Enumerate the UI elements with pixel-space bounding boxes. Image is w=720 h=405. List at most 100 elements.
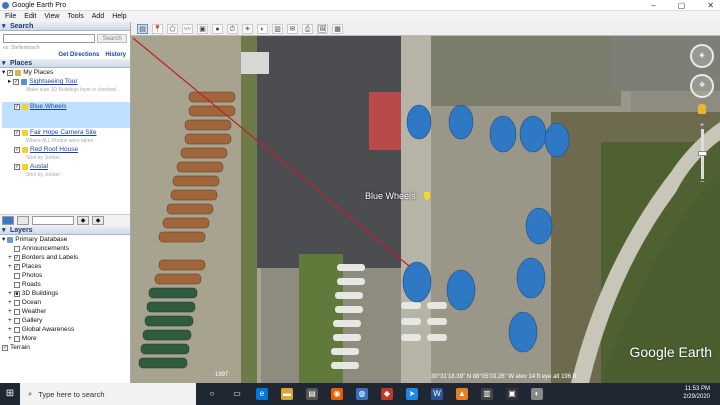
zoom-slider[interactable] (697, 129, 707, 179)
menu-add[interactable]: Add (92, 13, 104, 20)
checkbox[interactable] (14, 272, 20, 279)
cortana-icon[interactable]: ○ (206, 388, 218, 400)
sun-icon[interactable]: ☀ (242, 23, 253, 34)
app-icon[interactable]: ◐ (531, 388, 543, 400)
firefox-icon[interactable]: ◉ (331, 388, 343, 400)
checkbox[interactable]: ✓ (14, 129, 20, 136)
places-item-fair-hope[interactable]: ✓ Fair Hope Camera Site (2, 128, 130, 137)
app-icon[interactable]: ➤ (406, 388, 418, 400)
places-item-my-places[interactable]: ▾ ✓ My Places (2, 68, 130, 77)
checkbox[interactable] (14, 245, 20, 252)
checkbox[interactable]: ■ (13, 290, 20, 297)
layer-more[interactable]: + More (2, 334, 130, 343)
layer-terrain[interactable]: ✓ Terrain (2, 343, 130, 352)
add-path-icon[interactable]: 〰 (182, 23, 193, 34)
minimize-button[interactable]: – (651, 0, 655, 11)
expand-icon[interactable]: + (8, 316, 12, 325)
checkbox[interactable]: ✓ (2, 344, 8, 351)
menu-view[interactable]: View (44, 13, 59, 20)
expand-icon[interactable]: + (8, 307, 12, 316)
google-maps-icon[interactable]: ▦ (332, 23, 343, 34)
app-icon[interactable]: ▥ (481, 388, 493, 400)
placemark-label[interactable]: Blue Wheels (365, 191, 416, 201)
checkbox[interactable] (13, 308, 20, 315)
zoom-in-icon[interactable]: + (690, 122, 714, 129)
layer-photos[interactable]: Photos (2, 271, 130, 280)
expand-icon[interactable]: ▸ (8, 77, 11, 86)
checkbox[interactable]: ✓ (13, 254, 20, 261)
places-item-link[interactable]: Sightseeing Tour (29, 77, 77, 86)
expand-icon[interactable]: + (8, 298, 12, 307)
planets-icon[interactable]: ◐ (257, 23, 268, 34)
system-tray[interactable]: 11:53 PM 2/29/2020 (683, 385, 710, 401)
get-directions-link[interactable]: Get Directions (58, 52, 99, 58)
app-icon[interactable]: ◆ (381, 388, 393, 400)
expand-icon[interactable]: + (8, 325, 12, 334)
move-control[interactable]: ✥ (690, 74, 714, 98)
layer-weather[interactable]: + Weather (2, 307, 130, 316)
historical-imagery-icon[interactable]: ⏱ (227, 23, 238, 34)
add-polygon-icon[interactable]: ⬠ (167, 23, 178, 34)
file-explorer-icon[interactable]: ▬ (281, 388, 293, 400)
expand-icon[interactable]: ▾ (2, 235, 5, 244)
google-earth-taskbar-icon[interactable]: ◍ (356, 388, 368, 400)
checkbox[interactable]: ✓ (14, 146, 20, 153)
maximize-button[interactable]: ▢ (678, 0, 686, 11)
map-view[interactable]: ▤ 📍 ⬠ 〰 ▣ ● ⏱ ☀ ◐ ▥ ✉ ⎙ 🖼 ▦ Blue Wheels … (131, 22, 720, 383)
menu-help[interactable]: Help (112, 13, 126, 20)
zoom-out-icon[interactable]: − (690, 179, 714, 186)
task-view-icon[interactable]: ▭ (231, 388, 243, 400)
layer-roads[interactable]: Roads (2, 280, 130, 289)
places-item-austal[interactable]: ✓ Austal (2, 162, 130, 171)
checkbox[interactable]: ✓ (13, 78, 20, 85)
print-icon[interactable]: ⎙ (302, 23, 313, 34)
windows-start-icon[interactable]: ⊞ (0, 383, 20, 405)
search-input[interactable] (3, 34, 96, 43)
checkbox[interactable]: ✓ (14, 163, 20, 170)
add-placemark-icon[interactable]: 📍 (152, 23, 163, 34)
layer-3d-buildings[interactable]: + ■ 3D Buildings (2, 289, 130, 298)
sidebar-toggle-icon[interactable]: ▤ (137, 23, 148, 34)
search-button[interactable]: Search (97, 34, 127, 43)
layer-global-awareness[interactable]: + Global Awareness (2, 325, 130, 334)
checkbox[interactable]: ✓ (13, 263, 20, 270)
places-filter-input[interactable] (32, 216, 74, 225)
expand-icon[interactable]: ▾ (2, 68, 5, 77)
layer-borders-labels[interactable]: + ✓ Borders and Labels (2, 253, 130, 262)
move-up-icon[interactable]: ◆ (77, 216, 89, 225)
search-places-icon[interactable] (2, 216, 14, 225)
store-icon[interactable]: ▤ (306, 388, 318, 400)
search-panel-header[interactable]: Search (0, 22, 130, 31)
places-item-link[interactable]: Austal (30, 162, 48, 171)
vlc-icon[interactable]: ▲ (456, 388, 468, 400)
app-icon[interactable]: ▣ (506, 388, 518, 400)
places-item-link[interactable]: Fair Hope Camera Site (30, 128, 96, 137)
layers-panel-header[interactable]: Layers (0, 226, 130, 235)
places-item-link[interactable]: Blue Wheels (30, 102, 67, 111)
checkbox[interactable]: ✓ (14, 103, 20, 110)
places-item-link[interactable]: Red Roof House (30, 145, 78, 154)
record-tour-icon[interactable]: ● (212, 23, 223, 34)
ruler-icon[interactable]: ▥ (272, 23, 283, 34)
checkbox[interactable] (13, 335, 20, 342)
places-item-red-roof-house[interactable]: ✓ Red Roof House (2, 145, 130, 154)
move-down-icon[interactable]: ◆ (92, 216, 104, 225)
street-view-pegman-icon[interactable] (698, 104, 706, 114)
places-item-sightseeing-tour[interactable]: ▸ ✓ Sightseeing Tour (2, 77, 130, 86)
checkbox[interactable] (13, 326, 20, 333)
expand-icon[interactable]: + (8, 262, 12, 271)
menu-file[interactable]: File (5, 13, 16, 20)
menu-tools[interactable]: Tools (67, 13, 83, 20)
email-icon[interactable]: ✉ (287, 23, 298, 34)
sidebar-toggle-icon[interactable] (17, 216, 29, 225)
image-overlay-icon[interactable]: ▣ (197, 23, 208, 34)
checkbox[interactable] (14, 281, 20, 288)
layer-places[interactable]: + ✓ Places (2, 262, 130, 271)
save-image-icon[interactable]: 🖼 (317, 23, 328, 34)
menu-edit[interactable]: Edit (24, 13, 36, 20)
edge-icon[interactable]: e (256, 388, 268, 400)
expand-icon[interactable]: + (8, 334, 12, 343)
checkbox[interactable]: ✓ (7, 69, 14, 76)
places-panel-header[interactable]: Places (0, 59, 130, 68)
expand-icon[interactable]: + (8, 289, 12, 298)
